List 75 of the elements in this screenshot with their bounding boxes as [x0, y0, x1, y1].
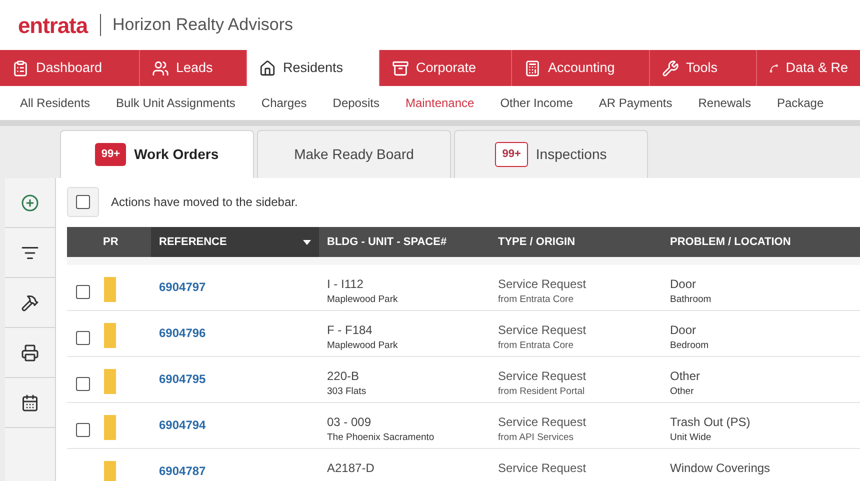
unit-text: A2187-D — [327, 460, 376, 477]
checkbox[interactable] — [76, 285, 90, 299]
actions-notice: Actions have moved to the sidebar. — [111, 194, 298, 211]
unit-text: 220-B — [327, 368, 360, 385]
nav-tab[interactable]: Data & Re — [757, 50, 860, 86]
subnav-link[interactable]: Charges — [261, 94, 307, 112]
location-text: Other — [670, 385, 695, 399]
reference-link[interactable]: 6904797 — [159, 280, 206, 294]
property-text: 303 Flats — [327, 385, 368, 399]
location-text: Bedroom — [670, 339, 710, 353]
checkbox[interactable] — [76, 423, 90, 437]
tools-icon — [21, 294, 39, 312]
nav-tab[interactable]: Dashboard — [0, 50, 140, 86]
clipboard-icon — [12, 60, 29, 76]
subnav-link[interactable]: AR Payments — [598, 94, 672, 112]
reference-link[interactable]: 6904787 — [159, 464, 206, 478]
nav-tab[interactable]: Residents — [247, 50, 380, 86]
tab[interactable]: Make Ready Board — [257, 130, 451, 178]
unit-text: F - F184 — [327, 322, 374, 339]
column-header[interactable]: PR — [103, 234, 118, 250]
problem-text: Trash Out (PS) — [670, 414, 752, 431]
unit-text: I - I112 — [327, 276, 364, 293]
type-text: Service Request — [498, 322, 588, 339]
subnav-link[interactable]: Renewals — [698, 94, 751, 112]
reference-link[interactable]: 6904796 — [159, 326, 206, 340]
origin-text: from API Services — [498, 431, 574, 445]
problem-text: Other — [670, 368, 702, 385]
calendar-icon — [21, 394, 39, 412]
type-text: Service Request — [498, 414, 588, 431]
checkbox[interactable] — [76, 377, 90, 391]
unit-text: 03 - 009 — [327, 414, 372, 431]
problem-text: Door — [670, 276, 698, 293]
tab[interactable]: 99+ Work Orders — [60, 130, 254, 178]
column-header[interactable]: PROBLEM / LOCATION — [670, 234, 791, 250]
location-text: Bathroom — [670, 293, 712, 307]
home-icon — [259, 60, 276, 76]
add-icon — [21, 194, 39, 212]
subnav-link[interactable]: Package — [776, 94, 824, 112]
nav-tab[interactable]: Corporate — [380, 50, 512, 86]
logo: entrata — [18, 12, 88, 40]
subnav-link[interactable]: Maintenance — [405, 94, 474, 112]
count-badge: 99+ — [495, 142, 528, 167]
type-text: Service Request — [498, 276, 588, 293]
property-text: Maplewood Park — [327, 339, 399, 353]
reference-link[interactable]: 6904795 — [159, 372, 206, 386]
count-badge: 99+ — [95, 143, 126, 166]
property-text: Maplewood Park — [327, 293, 399, 307]
property-text: The Phoenix Sacramento — [327, 431, 436, 445]
location-text: Unit Wide — [670, 431, 712, 445]
subnav-link[interactable]: Other Income — [500, 94, 573, 112]
type-text: Service Request — [498, 368, 588, 385]
checkbox[interactable] — [76, 195, 90, 209]
problem-text: Window Coverings — [670, 460, 772, 477]
actions-checkbox-frame[interactable] — [67, 187, 99, 217]
checkbox[interactable] — [76, 331, 90, 345]
company-name: Horizon Realty Advisors — [112, 14, 293, 36]
origin-text: from Entrata Core — [498, 339, 574, 353]
type-text: Service Request — [498, 460, 588, 477]
nav-tab[interactable]: Accounting — [512, 50, 650, 86]
column-header[interactable]: BLDG - UNIT - SPACE# — [327, 234, 447, 250]
origin-text: from Entrata Core — [498, 293, 574, 307]
origin-text: from Resident Portal — [498, 385, 586, 399]
nav-tab[interactable]: Tools — [650, 50, 757, 86]
print-icon — [21, 344, 39, 362]
archive-icon — [392, 60, 409, 76]
problem-text: Door — [670, 322, 698, 339]
wrench-icon — [662, 60, 679, 76]
subnav-link[interactable]: All Residents — [20, 94, 90, 112]
column-header[interactable]: TYPE / ORIGIN — [498, 234, 576, 250]
reference-link[interactable]: 6904794 — [159, 418, 206, 432]
tab[interactable]: 99+ Inspections — [454, 130, 648, 178]
users-icon — [152, 60, 169, 76]
calculator-icon — [524, 60, 541, 76]
subnav-link[interactable]: Bulk Unit Assignments — [116, 94, 236, 112]
subnav-link[interactable]: Deposits — [332, 94, 380, 112]
